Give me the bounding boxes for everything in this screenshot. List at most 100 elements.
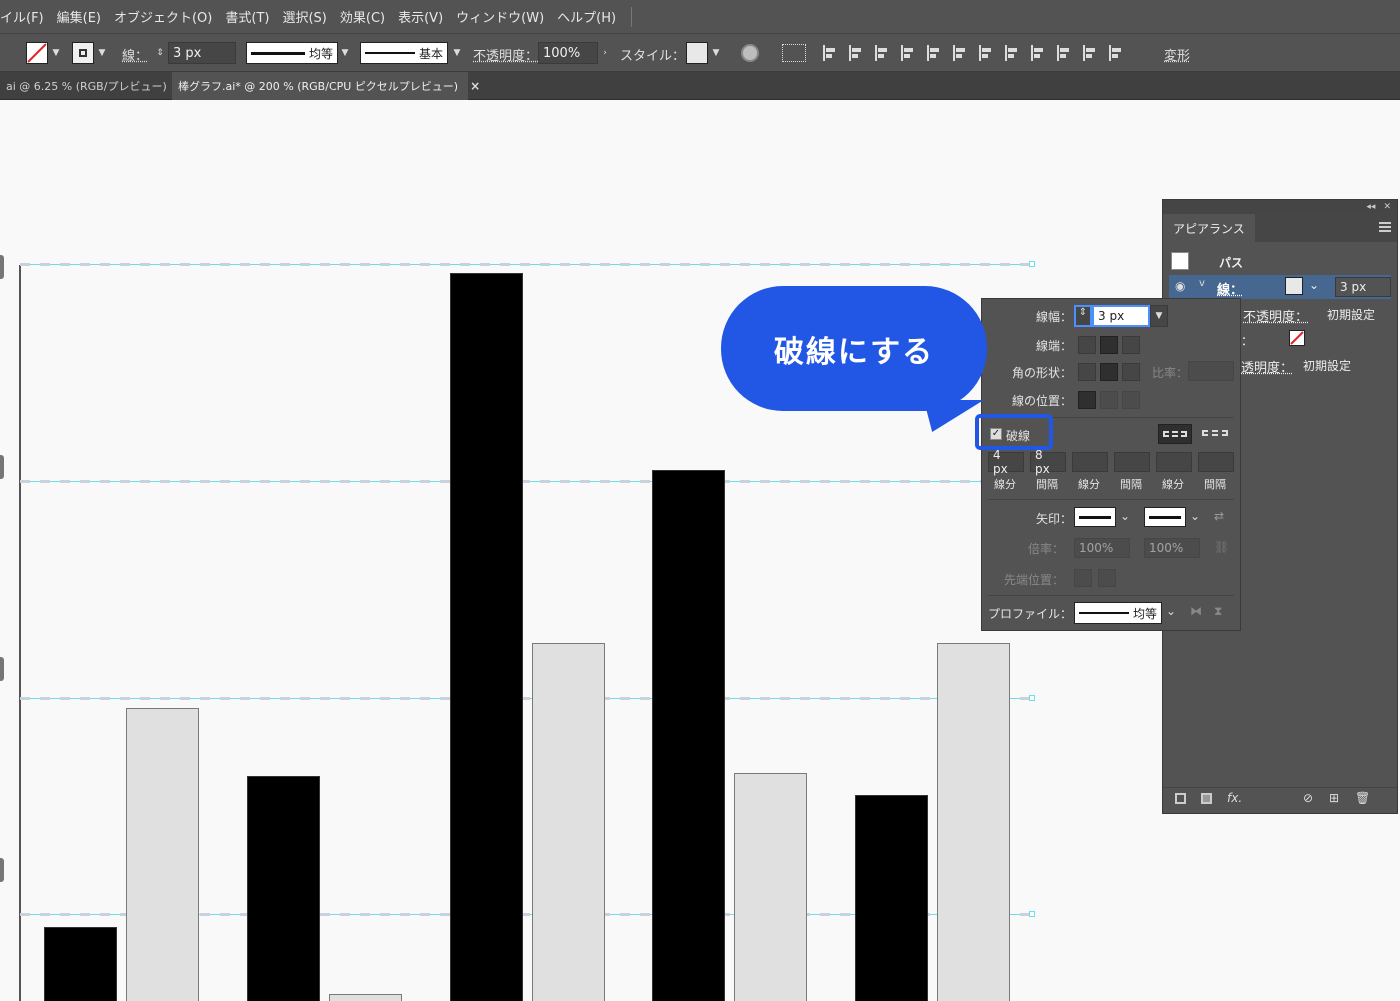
- align-left-icon[interactable]: [823, 45, 837, 61]
- brush-definition[interactable]: 基本: [360, 42, 448, 64]
- bar-series1-3[interactable]: [450, 272, 523, 1001]
- anchor-handle[interactable]: [1029, 694, 1035, 701]
- trash-icon[interactable]: 🗑: [1355, 791, 1370, 805]
- bar-series1-5[interactable]: [855, 795, 928, 1001]
- stroke-label[interactable]: 線：: [122, 45, 148, 64]
- stroke-width-field[interactable]: 3 px: [168, 42, 236, 64]
- preserve-dash-icon[interactable]: [1158, 424, 1192, 444]
- arrow-end-select[interactable]: [1144, 507, 1186, 527]
- menu-type[interactable]: 書式(T): [225, 7, 269, 26]
- arrow-start-select[interactable]: [1074, 507, 1116, 527]
- bar-series2-2[interactable]: [329, 994, 402, 1001]
- stepper-icon[interactable]: ⇕: [1074, 305, 1092, 327]
- menu-edit[interactable]: 編集(E): [57, 7, 101, 26]
- chevron-down-icon[interactable]: v: [1199, 278, 1205, 289]
- align-right-icon[interactable]: [875, 45, 889, 61]
- swap-arrows-icon[interactable]: ⇄: [1214, 509, 1224, 523]
- bar-series2-3[interactable]: [532, 643, 605, 1001]
- align-dash-icon[interactable]: [1198, 424, 1232, 444]
- bevel-join-icon[interactable]: [1122, 363, 1140, 381]
- distribute-hcenter-icon[interactable]: [1083, 45, 1097, 61]
- fill-swatch[interactable]: [26, 42, 48, 64]
- distribute-top-icon[interactable]: [979, 45, 993, 61]
- stepper-icon[interactable]: ⇕: [153, 46, 167, 60]
- chevron-down-icon[interactable]: ⌄: [1309, 278, 1319, 292]
- gap-field-3[interactable]: [1198, 452, 1234, 472]
- menu-object[interactable]: オブジェクト(O): [114, 7, 212, 26]
- distribute-vcenter-icon[interactable]: [1005, 45, 1019, 61]
- fill-swatch[interactable]: [1289, 330, 1305, 346]
- chevron-down-icon[interactable]: ▼: [95, 46, 109, 60]
- new-fill-icon[interactable]: [1201, 793, 1212, 804]
- menu-window[interactable]: ウィンドウ(W): [456, 7, 544, 26]
- butt-cap-icon[interactable]: [1078, 336, 1096, 354]
- align-inside-stroke-icon[interactable]: [1100, 391, 1118, 409]
- align-hcenter-icon[interactable]: [849, 45, 863, 61]
- chevron-right-icon[interactable]: ›: [598, 46, 612, 60]
- panel-menu-icon[interactable]: [1379, 222, 1391, 232]
- round-join-icon[interactable]: [1100, 363, 1118, 381]
- chevron-down-icon[interactable]: ⌄: [1190, 509, 1200, 523]
- dash-field-3[interactable]: [1156, 452, 1192, 472]
- fx-icon[interactable]: fx.: [1227, 791, 1242, 805]
- opacity-label[interactable]: 不透明度：: [473, 45, 538, 64]
- chevron-down-icon[interactable]: ▼: [49, 46, 63, 60]
- distribute-bottom-icon[interactable]: [1031, 45, 1045, 61]
- scale-end-field[interactable]: 100%: [1144, 538, 1200, 558]
- align-vcenter-icon[interactable]: [927, 45, 941, 61]
- tab-document-1[interactable]: ai @ 6.25 % (RGB/プレビュー) ×: [0, 72, 189, 100]
- tab-appearance[interactable]: アピアランス: [1163, 214, 1255, 242]
- tip-extend-icon[interactable]: [1074, 569, 1092, 587]
- round-cap-icon[interactable]: [1100, 336, 1118, 354]
- link-icon[interactable]: ⛓: [1214, 540, 1229, 554]
- chevron-down-icon[interactable]: ▼: [450, 46, 464, 60]
- chevron-down-icon[interactable]: ⌄: [1120, 509, 1130, 523]
- align-center-stroke-icon[interactable]: [1078, 391, 1096, 409]
- bar-series1-1[interactable]: [44, 927, 117, 1001]
- variable-width-profile[interactable]: 均等: [246, 42, 338, 64]
- stroke-swatch[interactable]: [72, 42, 94, 64]
- opacity-label-2[interactable]: 透明度：: [1241, 357, 1293, 376]
- new-stroke-icon[interactable]: [1175, 793, 1186, 804]
- dash-field-1[interactable]: 4 px: [988, 448, 1024, 476]
- recolor-icon[interactable]: [741, 44, 759, 62]
- miter-join-icon[interactable]: [1078, 363, 1096, 381]
- anchor-handle[interactable]: [1029, 911, 1035, 918]
- gap-field-1[interactable]: 8 px: [1030, 448, 1066, 476]
- flip-vertical-icon[interactable]: ⧗: [1214, 604, 1222, 619]
- opacity-label[interactable]: 不透明度：: [1243, 306, 1308, 325]
- bar-series1-2[interactable]: [247, 775, 320, 1001]
- projecting-cap-icon[interactable]: [1122, 336, 1140, 354]
- chevron-down-icon[interactable]: ▼: [709, 46, 723, 60]
- dash-field-2[interactable]: [1072, 452, 1108, 472]
- duplicate-icon[interactable]: ⊞: [1329, 791, 1339, 805]
- chevron-down-icon[interactable]: ▼: [338, 46, 352, 60]
- distribute-left-icon[interactable]: [1057, 45, 1071, 61]
- menu-effect[interactable]: 効果(C): [340, 7, 385, 26]
- graphic-style-swatch[interactable]: [686, 42, 708, 64]
- tab-document-2[interactable]: 棒グラフ.ai* @ 200 % (RGB/CPU ピクセルプレビュー) ×: [172, 72, 480, 100]
- chevron-down-icon[interactable]: ▼: [1150, 305, 1168, 327]
- profile-select[interactable]: 均等: [1074, 602, 1162, 624]
- distribute-right-icon[interactable]: [1109, 45, 1123, 61]
- transform-link[interactable]: 変形: [1164, 45, 1190, 64]
- bar-series2-5[interactable]: [937, 643, 1010, 1001]
- bar-series2-4[interactable]: [734, 773, 807, 1001]
- clear-icon[interactable]: ⊘: [1303, 791, 1313, 805]
- menu-help[interactable]: ヘルプ(H): [557, 7, 616, 26]
- chevron-down-icon[interactable]: ⌄: [1166, 604, 1176, 618]
- align-outside-stroke-icon[interactable]: [1122, 391, 1140, 409]
- align-top-icon[interactable]: [901, 45, 915, 61]
- menu-select[interactable]: 選択(S): [282, 7, 326, 26]
- collapse-icon[interactable]: ◂◂: [1366, 202, 1375, 212]
- close-icon[interactable]: ✕: [1383, 202, 1391, 212]
- anchor-handle[interactable]: [1029, 261, 1035, 267]
- stroke-color-swatch[interactable]: [1285, 277, 1303, 295]
- eye-icon[interactable]: ◉: [1175, 279, 1185, 293]
- bar-series1-4[interactable]: [652, 469, 725, 1001]
- tip-place-icon[interactable]: [1098, 569, 1116, 587]
- bar-series2-1[interactable]: [126, 708, 199, 1001]
- weight-field[interactable]: 3 px: [1092, 305, 1150, 327]
- menu-view[interactable]: 表示(V): [398, 7, 443, 26]
- stroke-label[interactable]: 線：: [1217, 279, 1243, 298]
